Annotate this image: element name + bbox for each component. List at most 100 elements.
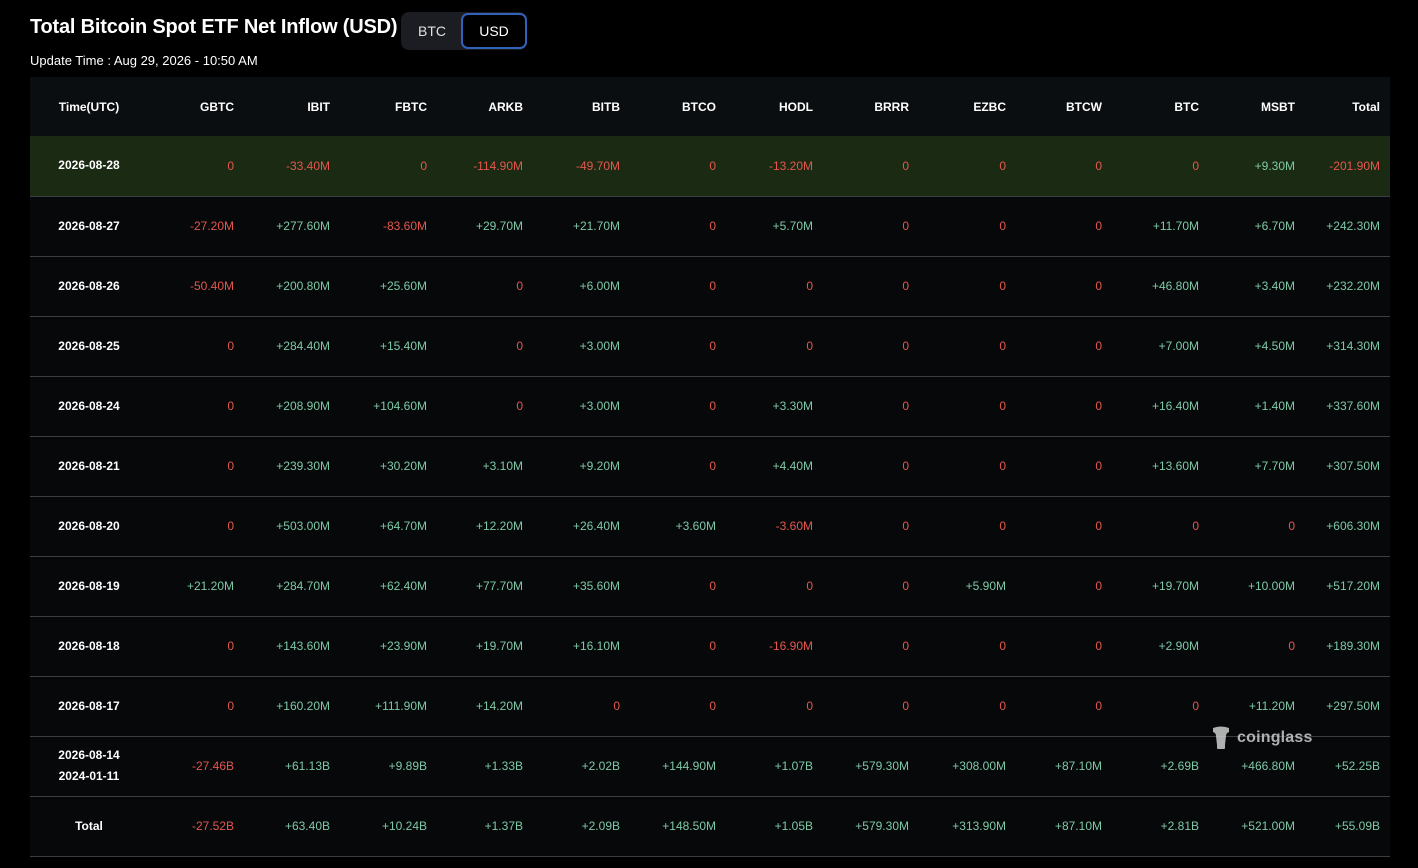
value-cell-bitb: +21.70M: [572, 219, 620, 233]
value-cell-ibit: -33.40M: [285, 158, 330, 173]
column-header-btco: BTCO: [682, 99, 716, 114]
value-cell-hodl: +3.30M: [772, 399, 813, 413]
value-cell-btco: +148.50M: [662, 819, 716, 833]
value-cell-fbtc: -83.60M: [382, 219, 427, 233]
table-row: 2026-08-25 0 +284.40M +15.40M 0 +3.00M 0 0 0 0 0 +7…: [30, 316, 1390, 376]
value-cell-brrr: 0: [902, 279, 909, 293]
value-cell-arkb: +1.33B: [484, 759, 523, 773]
value-cell-fbtc: +104.60M: [373, 399, 427, 413]
value-cell-hodl: -16.90M: [768, 639, 813, 653]
value-cell-hodl: +1.07B: [774, 759, 813, 773]
table-row: 2026-08-19 +21.20M +284.70M +62.40M +77.70M +…: [30, 556, 1390, 616]
value-cell-btc: +19.70M: [1151, 579, 1199, 593]
value-cell-btc: 0: [1192, 158, 1199, 173]
column-header-total: Total: [1352, 99, 1380, 114]
value-cell-total: +242.30M: [1326, 219, 1380, 233]
value-cell-bitb: +16.10M: [572, 639, 620, 653]
value-cell-fbtc: +23.90M: [379, 639, 427, 653]
value-cell-btco: +144.90M: [662, 759, 716, 773]
column-header-ibit: IBIT: [307, 99, 330, 114]
value-cell-hodl: +5.70M: [772, 219, 813, 233]
value-cell-gbtc: 0: [227, 158, 234, 173]
value-cell-ezbc: 0: [999, 699, 1006, 713]
value-cell-ibit: +284.70M: [276, 579, 330, 593]
value-cell-btcw: 0: [1095, 158, 1102, 173]
value-cell-msbt: +11.20M: [1248, 699, 1295, 713]
value-cell-btcw: 0: [1095, 519, 1102, 533]
column-header-arkb: ARKB: [488, 99, 523, 114]
btc-toggle-button[interactable]: BTC: [402, 13, 462, 49]
value-cell-gbtc: -27.46B: [191, 759, 234, 773]
value-cell-btco: 0: [709, 459, 716, 473]
value-cell-total: +307.50M: [1326, 459, 1380, 473]
value-cell-brrr: 0: [902, 339, 909, 353]
value-cell-btc: +11.70M: [1152, 219, 1199, 233]
value-cell-bitb: +2.02B: [581, 759, 620, 773]
value-cell-gbtc: -27.52B: [191, 819, 234, 833]
value-cell-ezbc: 0: [999, 158, 1006, 173]
table-body: 2026-08-28 0 -33.40M 0 -114.90M -49.70M 0 -13.2…: [30, 136, 1390, 856]
value-cell-btcw: +87.10M: [1054, 759, 1102, 773]
value-cell-btcw: 0: [1095, 219, 1102, 233]
value-cell-ezbc: 0: [999, 219, 1006, 233]
value-cell-hodl: 0: [806, 699, 813, 713]
value-cell-btcw: +87.10M: [1054, 819, 1102, 833]
value-cell-total: +55.09B: [1334, 819, 1380, 833]
table-row: 2026-08-20 0 +503.00M +64.70M +12.20M +26.40M…: [30, 496, 1390, 556]
page-header: Total Bitcoin Spot ETF Net Inflow (USD) …: [30, 12, 1390, 72]
value-cell-fbtc: +64.70M: [379, 519, 427, 533]
date-label: 2026-08-14: [58, 748, 120, 762]
value-cell-btcw: 0: [1095, 699, 1102, 713]
value-cell-msbt: 0: [1288, 519, 1295, 533]
date-cell: 2026-08-19: [30, 556, 148, 616]
value-cell-ibit: +239.30M: [276, 459, 330, 473]
value-cell-btcw: 0: [1095, 399, 1102, 413]
table-row: 2026-08-27 -27.20M +277.60M -83.60M +29.70M +…: [30, 196, 1390, 256]
value-cell-gbtc: 0: [227, 639, 234, 653]
value-cell-btc: +46.80M: [1151, 279, 1199, 293]
value-cell-msbt: +466.80M: [1241, 759, 1295, 773]
value-cell-arkb: +19.70M: [475, 639, 523, 653]
value-cell-ibit: +61.13B: [284, 759, 330, 773]
value-cell-bitb: +26.40M: [572, 519, 620, 533]
column-header-hodl: HODL: [779, 99, 813, 114]
date-cell: 2026-08-24: [30, 376, 148, 436]
date-label: 2026-08-19: [58, 578, 120, 593]
value-cell-total: +189.30M: [1326, 639, 1380, 653]
date-cell: 2026-08-14 2024-01-11: [30, 736, 148, 796]
date-cell: 2026-08-28: [30, 136, 148, 196]
value-cell-fbtc: +15.40M: [379, 339, 427, 353]
column-header-msbt: MSBT: [1261, 99, 1295, 114]
column-header-bitb: BITB: [592, 99, 620, 114]
date-label: 2026-08-20: [58, 518, 120, 533]
value-cell-btcw: 0: [1095, 639, 1102, 653]
value-cell-arkb: 0: [516, 339, 523, 353]
date-range-start-label: 2024-01-11: [58, 769, 120, 783]
value-cell-ibit: +284.40M: [276, 339, 330, 353]
column-header-brrr: BRRR: [874, 99, 909, 114]
value-cell-btco: 0: [709, 639, 716, 653]
value-cell-hodl: +1.05B: [774, 819, 813, 833]
value-cell-btco: 0: [709, 339, 716, 353]
value-cell-ezbc: 0: [999, 279, 1006, 293]
date-cell: 2026-08-26: [30, 256, 148, 316]
value-cell-bitb: +9.20M: [579, 459, 620, 473]
usd-toggle-button[interactable]: USD: [461, 13, 527, 49]
date-cell: 2026-08-18: [30, 616, 148, 676]
value-cell-total: +52.25B: [1334, 759, 1380, 773]
value-cell-btc: 0: [1192, 519, 1199, 533]
table-row: 2026-08-14 2024-01-11 -27.46B +61.13B +9.89B…: [30, 736, 1390, 796]
value-cell-gbtc: -50.40M: [189, 279, 234, 293]
date-label: 2026-08-24: [58, 398, 120, 413]
value-cell-bitb: -49.70M: [575, 158, 620, 173]
value-cell-fbtc: +9.89B: [388, 759, 427, 773]
value-cell-ezbc: 0: [999, 459, 1006, 473]
value-cell-ezbc: 0: [999, 339, 1006, 353]
date-label: 2026-08-25: [58, 338, 120, 353]
etf-flow-table-container: Time(UTC) GBTC IBIT FBTC ARKB BITB BTCO HODL BRR…: [30, 77, 1390, 857]
value-cell-msbt: +10.00M: [1247, 579, 1295, 593]
value-cell-bitb: +6.00M: [579, 279, 620, 293]
table-row: 2026-08-18 0 +143.60M +23.90M +19.70M +16.10M…: [30, 616, 1390, 676]
etf-flow-table: Time(UTC) GBTC IBIT FBTC ARKB BITB BTCO HODL BRR…: [30, 77, 1390, 857]
column-header-btcw: BTCW: [1066, 99, 1102, 114]
